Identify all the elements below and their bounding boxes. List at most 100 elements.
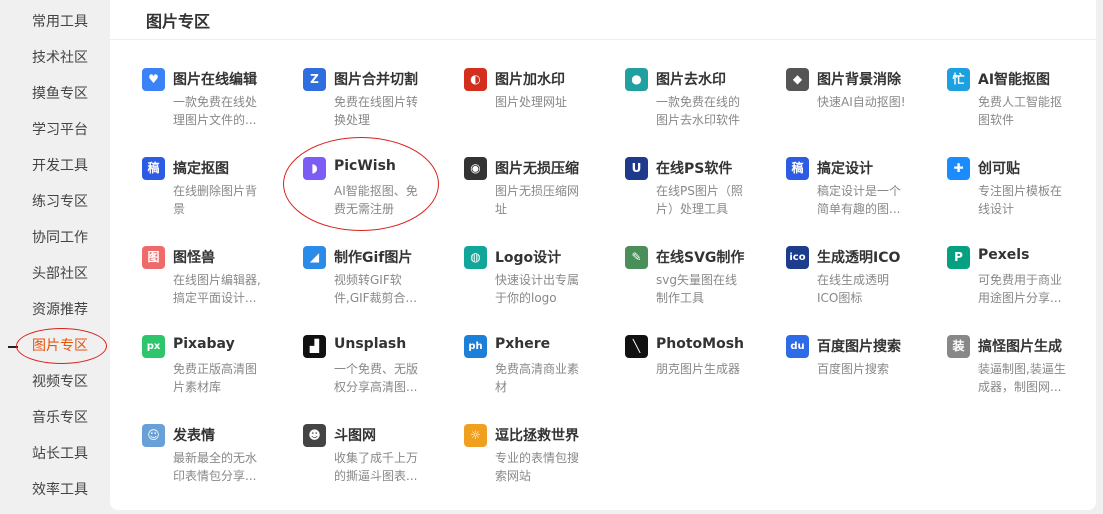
sidebar-item-label: 协同工作 <box>32 230 88 246</box>
tool-card[interactable]: px Pixabay 免费正版高清图片素材库 <box>110 327 260 407</box>
tool-description: 免费正版高清图片素材库 <box>173 362 258 394</box>
tool-name: Logo设计 <box>495 250 562 266</box>
tool-name: 斗图网 <box>334 428 376 444</box>
tool-description: 免费人工智能抠图软件 <box>978 95 1063 127</box>
doubi-icon: ☼ <box>464 424 487 447</box>
tool-card[interactable]: ♥ 图片在线编辑 一款免费在线处理图片文件的... <box>110 60 260 140</box>
tool-card[interactable]: du 百度图片搜索 百度图片搜索 <box>754 327 904 407</box>
tool-description: 在线PS图片（照片）处理工具 <box>656 184 743 216</box>
sidebar-item[interactable]: 协同工作 <box>0 224 110 252</box>
sidebar-item-label: 开发工具 <box>32 158 88 174</box>
tool-card[interactable]: ☼ 逗比拯救世界 专业的表情包搜索网站 <box>432 416 582 496</box>
tool-card[interactable]: 忙 AI智能抠图免费人工智能抠图软件 <box>915 60 1065 140</box>
sidebar-item[interactable]: 视频专区 <box>0 368 110 396</box>
tool-description: 一款免费在线处理图片文件的... <box>173 95 258 127</box>
sidebar-item-label: 技术社区 <box>32 50 88 66</box>
tool-name: 图片背景消除 <box>817 72 901 88</box>
panda-icon: ◉ <box>464 157 487 180</box>
tool-description: svg矢量图在线制作工具 <box>656 273 737 305</box>
ai-cutout-icon: 忙 <box>947 68 970 91</box>
sidebar-item[interactable]: 头部社区 <box>0 260 110 288</box>
tool-card[interactable]: 稿搞定设计 稿定设计是一个简单有趣的图... <box>754 149 904 229</box>
pexels-icon: P <box>947 246 970 269</box>
sidebar-item[interactable]: 练习专区 <box>0 188 110 216</box>
pixabay-icon: px <box>142 335 165 358</box>
red-swirl-icon: ◐ <box>464 68 487 91</box>
doutu-panda-icon: ☻ <box>303 424 326 447</box>
page-title: 图片专区 <box>146 12 211 31</box>
tool-name: 图片在线编辑 <box>173 72 257 88</box>
chuangkit-icon: ✚ <box>947 157 970 180</box>
sidebar-item[interactable]: 站长工具 <box>0 440 110 468</box>
tuguaishou-icon: 图 <box>142 246 165 269</box>
sidebar-item-label: 效率工具 <box>32 482 88 498</box>
sidebar-item[interactable]: 常用工具 <box>0 8 110 36</box>
unsplash-icon: ▟ <box>303 335 326 358</box>
tool-description: 最新最全的无水印表情包分享... <box>173 451 258 483</box>
tool-name: 在线PS软件 <box>656 161 733 177</box>
tool-card[interactable]: ● 图片去水印 一款免费在线的图片去水印软件 <box>593 60 743 140</box>
sidebar-item-label: 视频专区 <box>32 374 88 390</box>
tool-name: 图片无损压缩 <box>495 161 579 177</box>
sidebar-item-label: 头部社区 <box>32 266 88 282</box>
tool-name: AI智能抠图 <box>978 72 1051 88</box>
tool-name: 制作Gif图片 <box>334 250 413 266</box>
sidebar-item[interactable]: 技术社区 <box>0 44 110 72</box>
tool-card[interactable]: ☻ 斗图网 收集了成千上万的撕逼斗图表... <box>271 416 421 496</box>
tool-card[interactable]: 图图怪兽 在线图片编辑器,搞定平面设计... <box>110 238 261 318</box>
tool-card[interactable]: P Pexels 可免费用于商业用途图片分享... <box>915 238 1065 318</box>
tool-card[interactable]: ▟ Unsplash 一个免费、无版权分享高清图... <box>271 327 421 407</box>
tool-card[interactable]: ◐ 图片加水印 图片处理网址 <box>432 60 582 140</box>
tool-description: 专注图片模板在线设计 <box>978 184 1063 216</box>
sidebar: 常用工具技术社区摸鱼专区学习平台开发工具练习专区协同工作头部社区资源推荐图片专区… <box>0 0 110 514</box>
tool-name: 发表情 <box>173 428 215 444</box>
ico-icon: ico <box>786 246 809 269</box>
sidebar-item[interactable]: 学习平台 <box>0 116 110 144</box>
tool-description: 在线图片编辑器,搞定平面设计... <box>173 273 261 305</box>
tool-description: 专业的表情包搜索网站 <box>495 451 580 483</box>
tool-description: 稿定设计是一个简单有趣的图... <box>817 184 902 216</box>
tool-card[interactable]: ◉ 图片无损压缩 图片无损压缩网址 <box>432 149 582 229</box>
tool-card[interactable]: ◢ 制作Gif图片 视频转GIF软件,GIF裁剪合... <box>271 238 421 318</box>
sidebar-item[interactable]: 资源推荐 <box>0 296 110 324</box>
sidebar-item[interactable]: 音乐专区 <box>0 404 110 432</box>
tool-card[interactable]: ◗ PicWish AI智能抠图、免费无需注册 <box>271 149 421 229</box>
tool-card[interactable]: ☺ 发表情 最新最全的无水印表情包分享... <box>110 416 260 496</box>
tool-description: 快速AI自动抠图! <box>817 95 906 109</box>
z-logo-icon: Z <box>303 68 326 91</box>
tool-card[interactable]: ph Pxhere 免费高清商业素材 <box>432 327 582 407</box>
tool-card[interactable]: ico 生成透明ICO 在线生成透明ICO图标 <box>754 238 904 318</box>
tool-description: 在线删除图片背景 <box>173 184 258 216</box>
sidebar-item[interactable]: 开发工具 <box>0 152 110 180</box>
tool-name: 百度图片搜索 <box>817 339 901 355</box>
tool-description: 朋克图片生成器 <box>656 362 741 376</box>
picwish-icon: ◗ <box>303 157 326 180</box>
water-drops-icon: ● <box>625 68 648 91</box>
tool-card[interactable]: Z 图片合并切割 免费在线图片转换处理 <box>271 60 421 140</box>
tool-card[interactable]: 稿搞定抠图 在线删除图片背景 <box>110 149 260 229</box>
tool-card[interactable]: ◆ 图片背景消除 快速AI自动抠图! <box>754 60 906 140</box>
gif-maker-icon: ◢ <box>303 246 326 269</box>
sidebar-item-label: 练习专区 <box>32 194 88 210</box>
tool-name: PhotoMosh <box>656 336 745 352</box>
sidebar-item[interactable]: 效率工具 <box>0 476 110 504</box>
tool-description: AI智能抠图、免费无需注册 <box>334 184 418 216</box>
sidebar-item-label: 常用工具 <box>32 14 88 30</box>
sidebar-item-label: 资源推荐 <box>32 302 88 318</box>
tool-description: 在线生成透明ICO图标 <box>817 273 890 305</box>
tool-name: 图片合并切割 <box>334 72 418 88</box>
tool-card[interactable]: ✚ 创可贴 专注图片模板在线设计 <box>915 149 1065 229</box>
tool-card[interactable]: 装搞怪图片生成 装逼制图,装逼生成器，制图网... <box>915 327 1066 407</box>
tool-card[interactable]: U 在线PS软件 在线PS图片（照片）处理工具 <box>593 149 743 229</box>
tool-name: 生成透明ICO <box>817 250 901 266</box>
tool-card[interactable]: ╲ PhotoMosh 朋克图片生成器 <box>593 327 745 407</box>
tool-name: 搞怪图片生成 <box>978 339 1062 355</box>
tool-card[interactable]: ✎ 在线SVG制作 svg矢量图在线制作工具 <box>593 238 745 318</box>
tool-description: 免费高清商业素材 <box>495 362 580 394</box>
tool-description: 百度图片搜索 <box>817 362 890 376</box>
tool-name: Pxhere <box>495 336 551 352</box>
sidebar-item[interactable]: 摸鱼专区 <box>0 80 110 108</box>
tool-card[interactable]: ◍ Logo设计 快速设计出专属于你的logo <box>432 238 582 318</box>
tool-name: 在线SVG制作 <box>656 250 745 266</box>
sidebar-item[interactable]: 图片专区 <box>0 332 110 360</box>
